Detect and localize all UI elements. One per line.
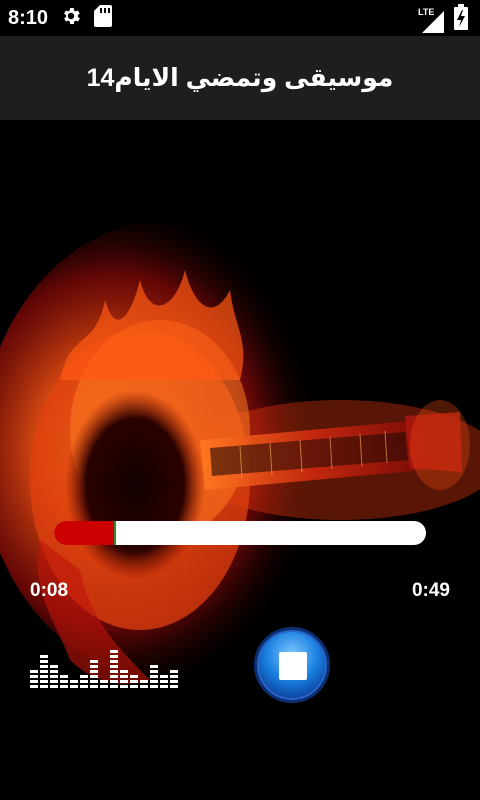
- lte-signal-icon: LTE: [418, 7, 444, 33]
- stop-icon: [279, 652, 307, 680]
- status-bar: 8:10 LTE: [0, 0, 480, 36]
- total-duration: 0:49: [411, 580, 450, 601]
- album-artwork: [0, 120, 480, 800]
- equalizer-icon: [30, 640, 182, 688]
- seek-bar[interactable]: [54, 521, 426, 545]
- status-time: 8:10: [8, 6, 49, 29]
- battery-charging-icon: [454, 4, 468, 35]
- page-title: موسيقى وتمضي الايام14: [86, 64, 394, 92]
- elapsed-time: 0:08: [30, 580, 69, 601]
- stop-button[interactable]: [254, 627, 330, 703]
- settings-gear-icon: [60, 5, 82, 32]
- seek-bar-progress: [54, 521, 116, 545]
- app-title-bar: موسيقى وتمضي الايام14: [0, 36, 480, 120]
- flaming-guitar-image: [0, 120, 480, 800]
- sd-card-icon: [94, 4, 113, 32]
